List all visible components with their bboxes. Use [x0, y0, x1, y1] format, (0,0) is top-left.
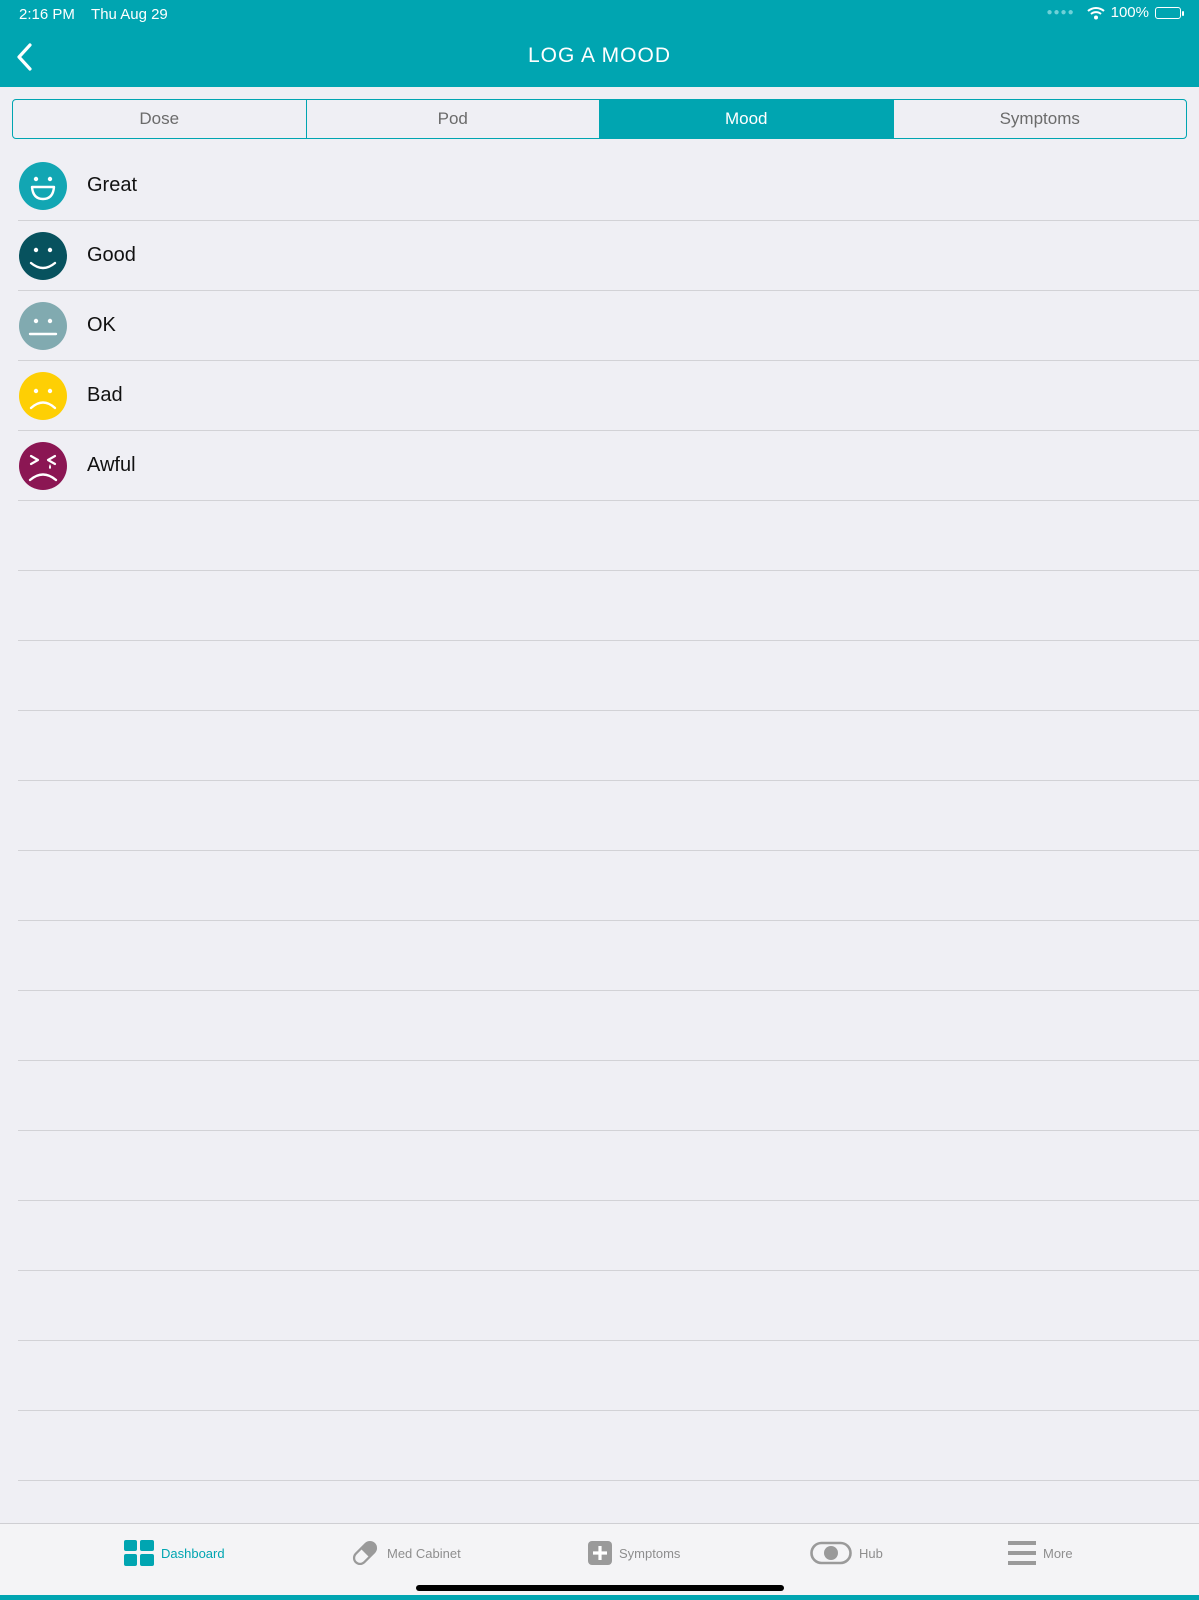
empty-row [18, 1341, 1199, 1411]
tab-dashboard[interactable]: Dashboard [124, 1538, 225, 1568]
toggle-icon [810, 1541, 852, 1565]
mood-label: Bad [87, 384, 123, 406]
battery-percent: 100% [1110, 4, 1149, 21]
segment-dose[interactable]: Dose [13, 100, 307, 138]
tab-hub[interactable]: Hub [810, 1538, 883, 1568]
empty-row [18, 991, 1199, 1061]
home-indicator[interactable] [416, 1585, 784, 1591]
tab-med-cabinet[interactable]: Med Cabinet [350, 1538, 461, 1568]
tab-label: Symptoms [619, 1545, 681, 1561]
status-time: 2:16 PM [19, 6, 75, 23]
tab-label: Dashboard [161, 1545, 225, 1561]
mood-label: OK [87, 314, 116, 336]
menu-icon [1008, 1541, 1036, 1565]
status-bar-right: ●●●● 100% [1046, 4, 1184, 21]
empty-row [18, 1411, 1199, 1481]
mood-row-good[interactable]: Good [18, 221, 1199, 291]
great-face-icon [19, 161, 67, 210]
tab-label: More [1043, 1545, 1073, 1561]
mood-label: Awful [87, 454, 136, 476]
good-face-icon [19, 231, 67, 280]
status-date: Thu Aug 29 [91, 6, 168, 23]
tab-symptoms[interactable]: Symptoms [588, 1538, 680, 1568]
mood-label: Good [87, 244, 136, 266]
mood-row-great[interactable]: Great [18, 151, 1199, 221]
tab-label: Hub [859, 1545, 883, 1561]
log-type-segmented-control: Dose Pod Mood Symptoms [12, 99, 1187, 139]
signal-icon: ●●●● [1046, 7, 1075, 18]
tab-label: Med Cabinet [387, 1545, 461, 1561]
navigation-header: 2:16 PM Thu Aug 29 ●●●● 100% LOG A MOOD [0, 0, 1199, 87]
mood-list: Great Good OK Bad Awful [18, 151, 1199, 1481]
segment-symptoms[interactable]: Symptoms [894, 100, 1187, 138]
pill-icon [352, 1540, 378, 1566]
dashboard-icon [124, 1540, 154, 1566]
empty-row [18, 851, 1199, 921]
empty-row [18, 501, 1199, 571]
empty-row [18, 921, 1199, 991]
segment-pod[interactable]: Pod [307, 100, 600, 138]
bad-face-icon [19, 371, 67, 420]
empty-row [18, 1061, 1199, 1131]
awful-face-icon [19, 441, 67, 490]
wifi-icon [1086, 6, 1105, 19]
empty-row [18, 1201, 1199, 1271]
mood-row-ok[interactable]: OK [18, 291, 1199, 361]
mood-label: Great [87, 174, 138, 196]
segment-mood[interactable]: Mood [600, 100, 894, 138]
bottom-accent-strip [0, 1595, 1199, 1600]
empty-row [18, 1131, 1199, 1201]
ok-face-icon [19, 301, 67, 350]
battery-icon [1155, 6, 1184, 19]
tab-more[interactable]: More [1008, 1538, 1073, 1568]
empty-row [18, 571, 1199, 641]
plus-box-icon [588, 1541, 612, 1565]
status-bar-left: 2:16 PM Thu Aug 29 [19, 6, 168, 23]
empty-row [18, 641, 1199, 711]
empty-row [18, 1271, 1199, 1341]
empty-row [18, 711, 1199, 781]
mood-row-awful[interactable]: Awful [18, 431, 1199, 501]
mood-row-bad[interactable]: Bad [18, 361, 1199, 431]
page-title: LOG A MOOD [527, 44, 672, 67]
empty-row [18, 781, 1199, 851]
